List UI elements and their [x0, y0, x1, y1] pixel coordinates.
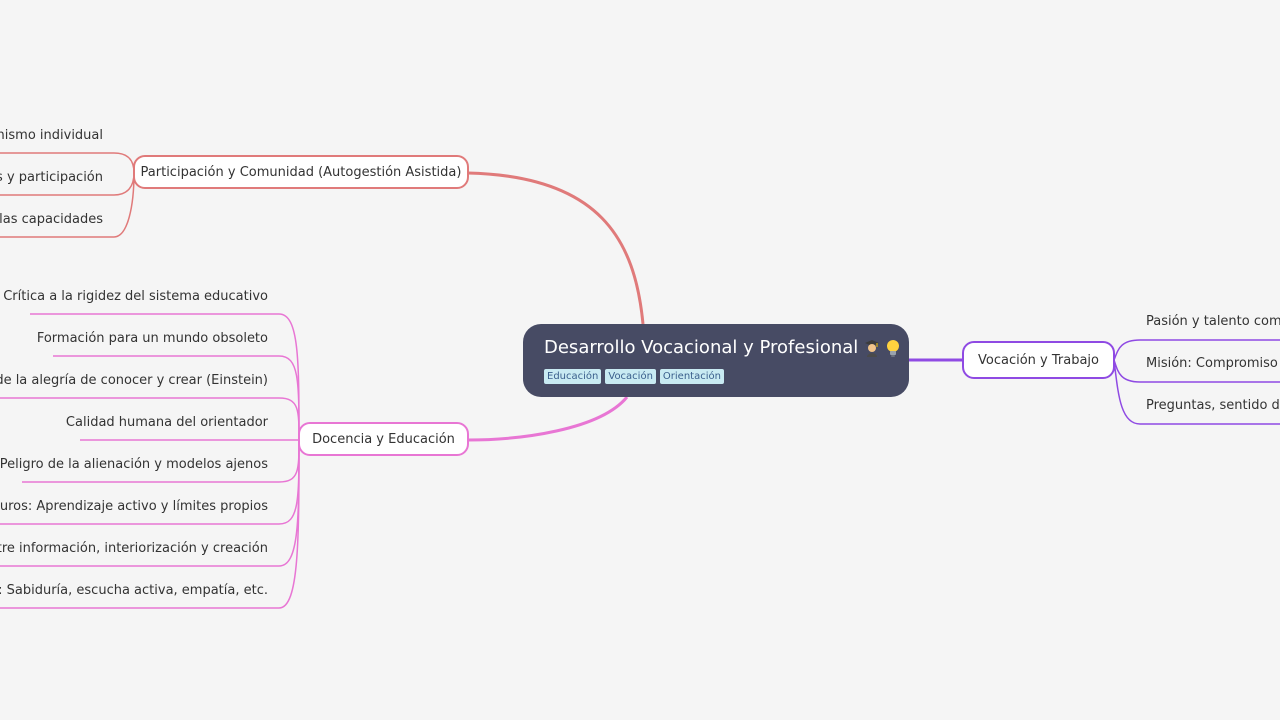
branch-docencia-label: Docencia y Educación: [312, 431, 455, 447]
link-root-docencia: [467, 396, 629, 442]
leaf-docencia-5[interactable]: Peligro de la alienación y modelos ajeno…: [0, 456, 268, 474]
root-node[interactable]: Desarrollo Vocacional y Profesional Educ…: [523, 324, 909, 397]
student-emoji-icon: [864, 339, 880, 357]
leaf-docencia-7[interactable]: entre información, interiorización y cre…: [0, 540, 268, 558]
leaf-vocacion-2[interactable]: Misión: Compromiso so: [1146, 355, 1280, 373]
leaf-participacion-1[interactable]: onismo individual: [0, 127, 103, 145]
leaf-docencia-1[interactable]: Crítica a la rigidez del sistema educati…: [3, 288, 268, 306]
leaf-vocacion-3[interactable]: Preguntas, sentido de v: [1146, 397, 1280, 415]
leaf-docencia-2[interactable]: Formación para un mundo obsoleto: [37, 330, 268, 348]
leaf-docencia-8[interactable]: ador: Sabiduría, escucha activa, empatía…: [0, 582, 268, 600]
branch-docencia[interactable]: Docencia y Educación: [298, 422, 469, 456]
leaf-participacion-3[interactable]: e las capacidades: [0, 211, 103, 229]
branch-vocacion[interactable]: Vocación y Trabajo: [962, 341, 1115, 379]
leaf-participacion-2[interactable]: es y participación: [0, 169, 103, 187]
root-tags: Educación Vocación Orientación: [544, 369, 888, 384]
tag-educacion[interactable]: Educación: [544, 369, 602, 384]
leaf-docencia-3[interactable]: ncia de la alegría de conocer y crear (E…: [0, 372, 268, 390]
mind-map-canvas: Participación y Comunidad (Autogestión A…: [0, 0, 1280, 720]
branch-participacion-label: Participación y Comunidad (Autogestión A…: [140, 164, 462, 180]
branch-participacion[interactable]: Participación y Comunidad (Autogestión A…: [133, 155, 469, 189]
tag-orientacion[interactable]: Orientación: [659, 369, 724, 384]
root-title-text: Desarrollo Vocacional y Profesional: [544, 337, 859, 358]
branch-vocacion-label: Vocación y Trabajo: [978, 352, 1099, 368]
tag-vocacion[interactable]: Vocación: [605, 369, 656, 384]
lightbulb-emoji-icon: [886, 339, 900, 357]
leaf-vocacion-1[interactable]: Pasión y talento como: [1146, 313, 1280, 331]
leaf-docencia-4[interactable]: Calidad humana del orientador: [66, 414, 268, 432]
leaf-docencia-6[interactable]: n muros: Aprendizaje activo y límites pr…: [0, 498, 268, 516]
link-root-participacion: [467, 171, 645, 325]
root-title: Desarrollo Vocacional y Profesional: [544, 336, 900, 360]
